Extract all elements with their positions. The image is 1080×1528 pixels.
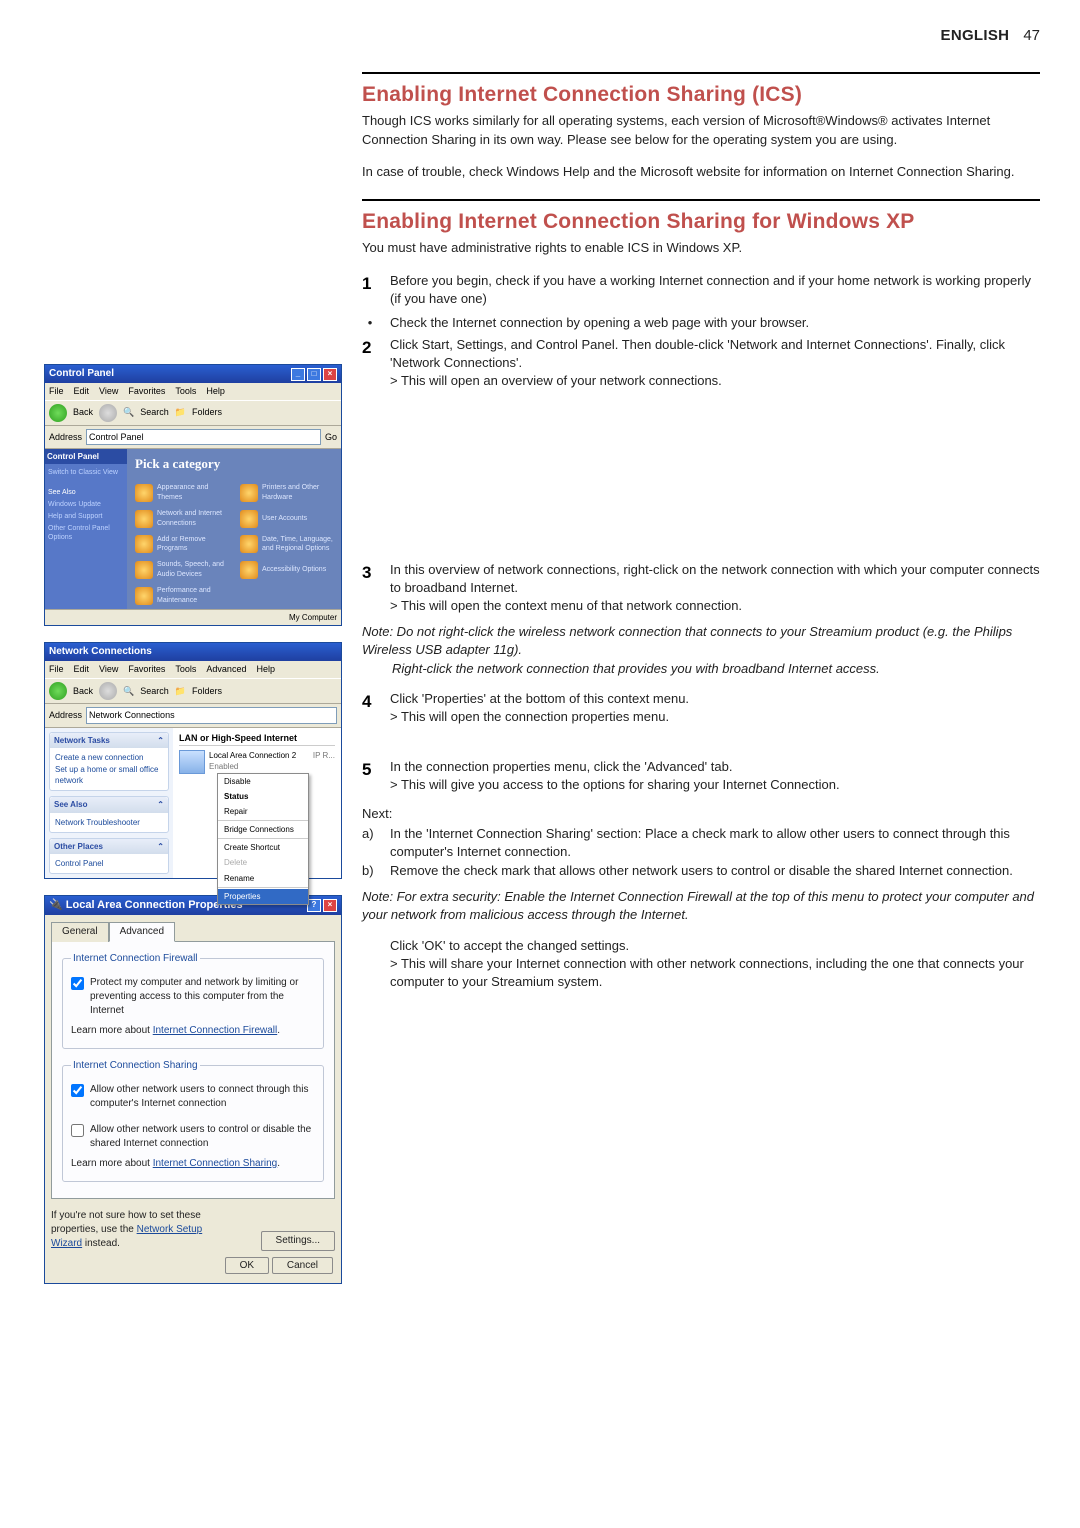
section-heading-xp: Enabling Internet Connection Sharing for… (362, 207, 1040, 236)
step-4: Click 'Properties' at the bottom of this… (390, 690, 689, 726)
tab-general: General (51, 922, 109, 942)
note-wireless: Note: Do not right-click the wireless ne… (362, 623, 1040, 678)
click-ok: Click 'OK' to accept the changed setting… (390, 937, 1040, 992)
section-heading-ics: Enabling Internet Connection Sharing (IC… (362, 80, 1040, 109)
link-ics-help: Internet Connection Sharing (153, 1158, 278, 1169)
context-menu: Disable Status Repair Bridge Connections… (217, 773, 309, 906)
back-icon (49, 682, 67, 700)
step-5: In the connection properties menu, click… (390, 758, 840, 794)
language-label: ENGLISH (941, 27, 1010, 44)
pick-category-heading: Pick a category (135, 455, 333, 473)
substep-a: In the 'Internet Connection Sharing' sec… (390, 825, 1040, 861)
window-buttons: _□× (291, 368, 337, 381)
window-title: Network Connections (49, 645, 152, 659)
screenshot-connection-properties: 🔌 Local Area Connection Properties ?× Ge… (44, 895, 342, 1284)
menu-bar: FileEditViewFavoritesToolsAdvancedHelp (45, 661, 341, 678)
ok-button: OK (225, 1257, 269, 1274)
paragraph: In case of trouble, check Windows Help a… (362, 163, 1040, 181)
page-header: ENGLISH 47 (44, 25, 1040, 46)
settings-button: Settings... (261, 1231, 335, 1251)
collapse-icon: ⌃ (157, 735, 164, 746)
bullet-check-connection: Check the Internet connection by opening… (390, 314, 809, 332)
address-input: Control Panel (86, 429, 321, 446)
close-icon: × (323, 899, 337, 912)
next-label: Next: (362, 805, 1040, 823)
note-security: Note: For extra security: Enable the Int… (362, 888, 1040, 924)
collapse-icon: ⌃ (157, 841, 164, 852)
paragraph: You must have administrative rights to e… (362, 239, 1040, 257)
substep-b: Remove the check mark that allows other … (390, 862, 1013, 880)
menu-bar: FileEditViewFavoritesToolsHelp (45, 383, 341, 400)
close-icon: × (323, 368, 337, 381)
page-number: 47 (1023, 27, 1040, 44)
screenshot-network-connections: Network Connections FileEditViewFavorite… (44, 642, 342, 878)
help-icon: ? (307, 899, 321, 912)
step-1: Before you begin, check if you have a wo… (390, 272, 1040, 308)
link-firewall-help: Internet Connection Firewall (153, 1025, 278, 1036)
forward-icon (99, 682, 117, 700)
back-icon (49, 404, 67, 422)
collapse-icon: ⌃ (157, 799, 164, 810)
screenshot-control-panel: Control Panel _□× FileEditViewFavoritesT… (44, 364, 342, 626)
window-title: Control Panel (49, 367, 114, 381)
checkbox-allow-control (71, 1124, 84, 1137)
checkbox-allow-connect (71, 1084, 84, 1097)
connection-icon (179, 750, 205, 774)
checkbox-firewall (71, 977, 84, 990)
step-2: Click Start, Settings, and Control Panel… (390, 336, 1040, 391)
toolbar: Back 🔍Search 📁Folders (45, 400, 341, 426)
paragraph: Though ICS works similarly for all opera… (362, 112, 1040, 148)
maximize-icon: □ (307, 368, 321, 381)
context-menu-properties: Properties (218, 889, 308, 904)
cancel-button: Cancel (272, 1257, 333, 1274)
forward-icon (99, 404, 117, 422)
tab-advanced: Advanced (109, 922, 175, 942)
step-3: In this overview of network connections,… (390, 561, 1040, 616)
minimize-icon: _ (291, 368, 305, 381)
main-text: Enabling Internet Connection Sharing (IC… (362, 72, 1040, 1284)
